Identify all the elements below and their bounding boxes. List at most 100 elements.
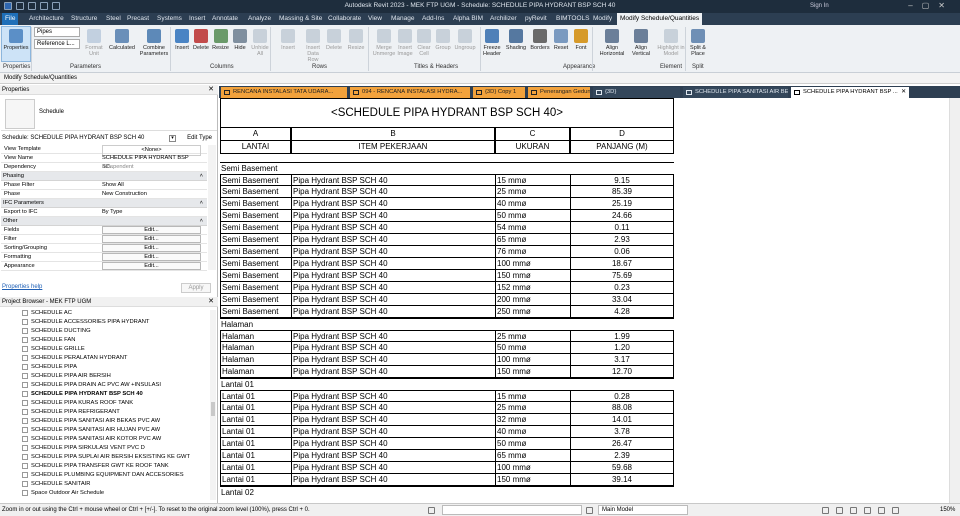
font-button[interactable]: Font [572,27,590,51]
property-value[interactable]: Show All [102,181,201,190]
table-row[interactable]: Lantai 01 Pipa Hydrant BSP SCH 40 150 mmø 3… [220,474,674,486]
property-value[interactable]: Edit... [102,244,201,252]
column-header[interactable]: UKURAN [495,141,570,154]
table-row[interactable]: Halaman Pipa Hydrant BSP SCH 40 150 mmø 12.… [220,366,674,378]
type-selector[interactable]: Schedule [1,97,217,131]
column-header[interactable]: LANTAI [220,141,291,154]
tab-pyrevit[interactable]: pyRevit [522,13,550,25]
status-field[interactable] [442,505,582,515]
property-value[interactable]: Edit... [102,235,201,243]
instance-selector[interactable]: Schedule: SCHEDULE PIPA HYDRANT BSP SCH … [0,133,216,144]
tab-alpha-bim[interactable]: Alpha BIM [450,13,486,25]
table-row[interactable]: Semi Basement Pipa Hydrant BSP SCH 40 50 m… [220,210,674,222]
category-other[interactable]: Other ˄ [1,217,207,226]
property-value[interactable]: Edit... [102,226,201,234]
tab-massing-site[interactable]: Massing & Site [276,13,325,25]
tab-manage[interactable]: Manage [388,13,418,25]
group-header[interactable]: Lantai 02 [220,486,674,498]
tab-structure[interactable]: Structure [68,13,100,25]
browser-scroll-thumb[interactable] [211,402,215,416]
property-value[interactable]: Edit... [102,262,201,270]
doc-tab[interactable]: {3D} [593,87,680,98]
group-header[interactable]: Semi Basement [220,162,674,174]
tab-precast[interactable]: Precast [124,13,152,25]
table-row[interactable]: Semi Basement Pipa Hydrant BSP SCH 40 200 … [220,294,674,306]
properties-scrollbar[interactable] [208,145,216,270]
collapse-icon[interactable]: ˄ [200,217,203,226]
table-row[interactable]: Semi Basement Pipa Hydrant BSP SCH 40 40 m… [220,198,674,210]
schedule-view[interactable]: <SCHEDULE PIPA HYDRANT BSP SCH 40> A LANT… [219,98,960,503]
reference-dropdown[interactable]: Reference L... [34,39,80,49]
filter-icon[interactable] [892,507,899,514]
doc-tab[interactable]: SCHEDULE PIPA HYDRANT BSP ... ✕ [791,87,909,98]
model-selector[interactable]: Main Model [598,505,688,515]
close-icon[interactable]: ✕ [208,85,214,95]
tab-add-ins[interactable]: Add-Ins [419,13,447,25]
select-by-face-icon[interactable] [864,507,871,514]
doc-tab[interactable]: SCHEDULE PIPA SANITASI AIR BEK... [683,87,788,98]
resize-button[interactable]: Resize [346,27,366,51]
tab-collaborate[interactable]: Collaborate [325,13,364,25]
align-vertical-button[interactable]: Align Vertical [630,27,652,57]
tab-analyze[interactable]: Analyze [245,13,274,25]
type-dropdown[interactable]: Pipes [34,27,80,37]
collapse-icon[interactable]: ˄ [200,199,203,208]
apply-button[interactable]: Apply [181,283,211,293]
column-letter-d[interactable]: D [570,128,674,141]
table-row[interactable]: Halaman Pipa Hydrant BSP SCH 40 100 mmø 3.1… [220,354,674,366]
table-row[interactable]: Semi Basement Pipa Hydrant BSP SCH 40 150 … [220,270,674,282]
ungroup-button[interactable]: Ungroup [454,27,476,51]
doc-tab[interactable]: {3D} Copy 1 [473,87,525,98]
window-controls[interactable]: –▢✕ [908,1,954,10]
close-icon[interactable]: ✕ [208,297,214,307]
tab-view[interactable]: View [365,13,385,25]
design-options-icon[interactable] [586,507,593,514]
align-horizontal-button[interactable]: Align Horizontal [597,27,627,57]
merge-unmerge-button[interactable]: Merge Unmerge [372,27,396,57]
table-row[interactable]: Halaman Pipa Hydrant BSP SCH 40 50 mmø 1.20 [220,342,674,354]
delete-button[interactable]: Delete [324,27,344,51]
hide-button[interactable]: Hide [233,27,247,51]
tab-archilizer[interactable]: Archilizer [487,13,520,25]
tab-file[interactable]: File [2,13,19,25]
property-value[interactable]: Edit... [102,253,201,261]
tab-annotate[interactable]: Annotate [209,13,241,25]
properties-button[interactable]: Properties [1,26,31,62]
freeze-header-button[interactable]: Freeze Header [481,27,503,57]
close-icon[interactable]: ✕ [901,87,906,98]
resize-button[interactable]: Resize [212,27,229,51]
table-row[interactable]: Lantai 01 Pipa Hydrant BSP SCH 40 15 mmø 0.… [220,390,674,403]
select-underlay-icon[interactable] [836,507,843,514]
table-row[interactable]: Lantai 01 Pipa Hydrant BSP SCH 40 100 mmø 5… [220,462,674,474]
tab-modify[interactable]: Modify [590,13,615,25]
view-scrollbar[interactable] [949,98,960,503]
column-letter-c[interactable]: C [495,128,570,141]
schedule-title[interactable]: <SCHEDULE PIPA HYDRANT BSP SCH 40> [220,98,674,128]
edit-type-button[interactable]: Edit Type [187,133,212,144]
table-row[interactable]: Lantai 01 Pipa Hydrant BSP SCH 40 25 mmø 88… [220,402,674,414]
table-row[interactable]: Semi Basement Pipa Hydrant BSP SCH 40 100 … [220,258,674,270]
table-row[interactable]: Semi Basement Pipa Hydrant BSP SCH 40 152 … [220,282,674,294]
column-letter-b[interactable]: B [291,128,495,141]
insert-button[interactable]: Insert [174,27,190,51]
tab-systems[interactable]: Systems [154,13,185,25]
column-header[interactable]: ITEM PEKERJAAN [291,141,495,154]
clear-cell-button[interactable]: Clear Cell [416,27,432,57]
delete-button[interactable]: Delete [193,27,209,51]
table-row[interactable]: Lantai 01 Pipa Hydrant BSP SCH 40 40 mmø 3.… [220,426,674,438]
group-header[interactable]: Halaman [220,318,674,330]
table-row[interactable]: Halaman Pipa Hydrant BSP SCH 40 25 mmø 1.99 [220,330,674,343]
drag-elements-icon[interactable] [878,507,885,514]
split-place-button[interactable]: Split & Place [688,27,708,57]
table-row[interactable]: Semi Basement Pipa Hydrant BSP SCH 40 15 m… [220,174,674,187]
insert-data-row-button[interactable]: Insert Data Row [302,27,324,63]
table-row[interactable]: Semi Basement Pipa Hydrant BSP SCH 40 65 m… [220,234,674,246]
table-row[interactable]: Semi Basement Pipa Hydrant BSP SCH 40 54 m… [220,222,674,234]
doc-tab[interactable]: RENCANA INSTALASI TATA UDARA... [221,87,347,98]
table-row[interactable]: Semi Basement Pipa Hydrant BSP SCH 40 25 m… [220,186,674,198]
properties-help-link[interactable]: Properties help [2,284,42,290]
tab-modify-schedule-quantities[interactable]: Modify Schedule/Quantities [617,13,703,25]
insert-image-button[interactable]: Insert Image [396,27,414,57]
calculated-button[interactable]: Calculated [108,27,136,51]
combine-parameters-button[interactable]: Combine Parameters [138,27,170,57]
